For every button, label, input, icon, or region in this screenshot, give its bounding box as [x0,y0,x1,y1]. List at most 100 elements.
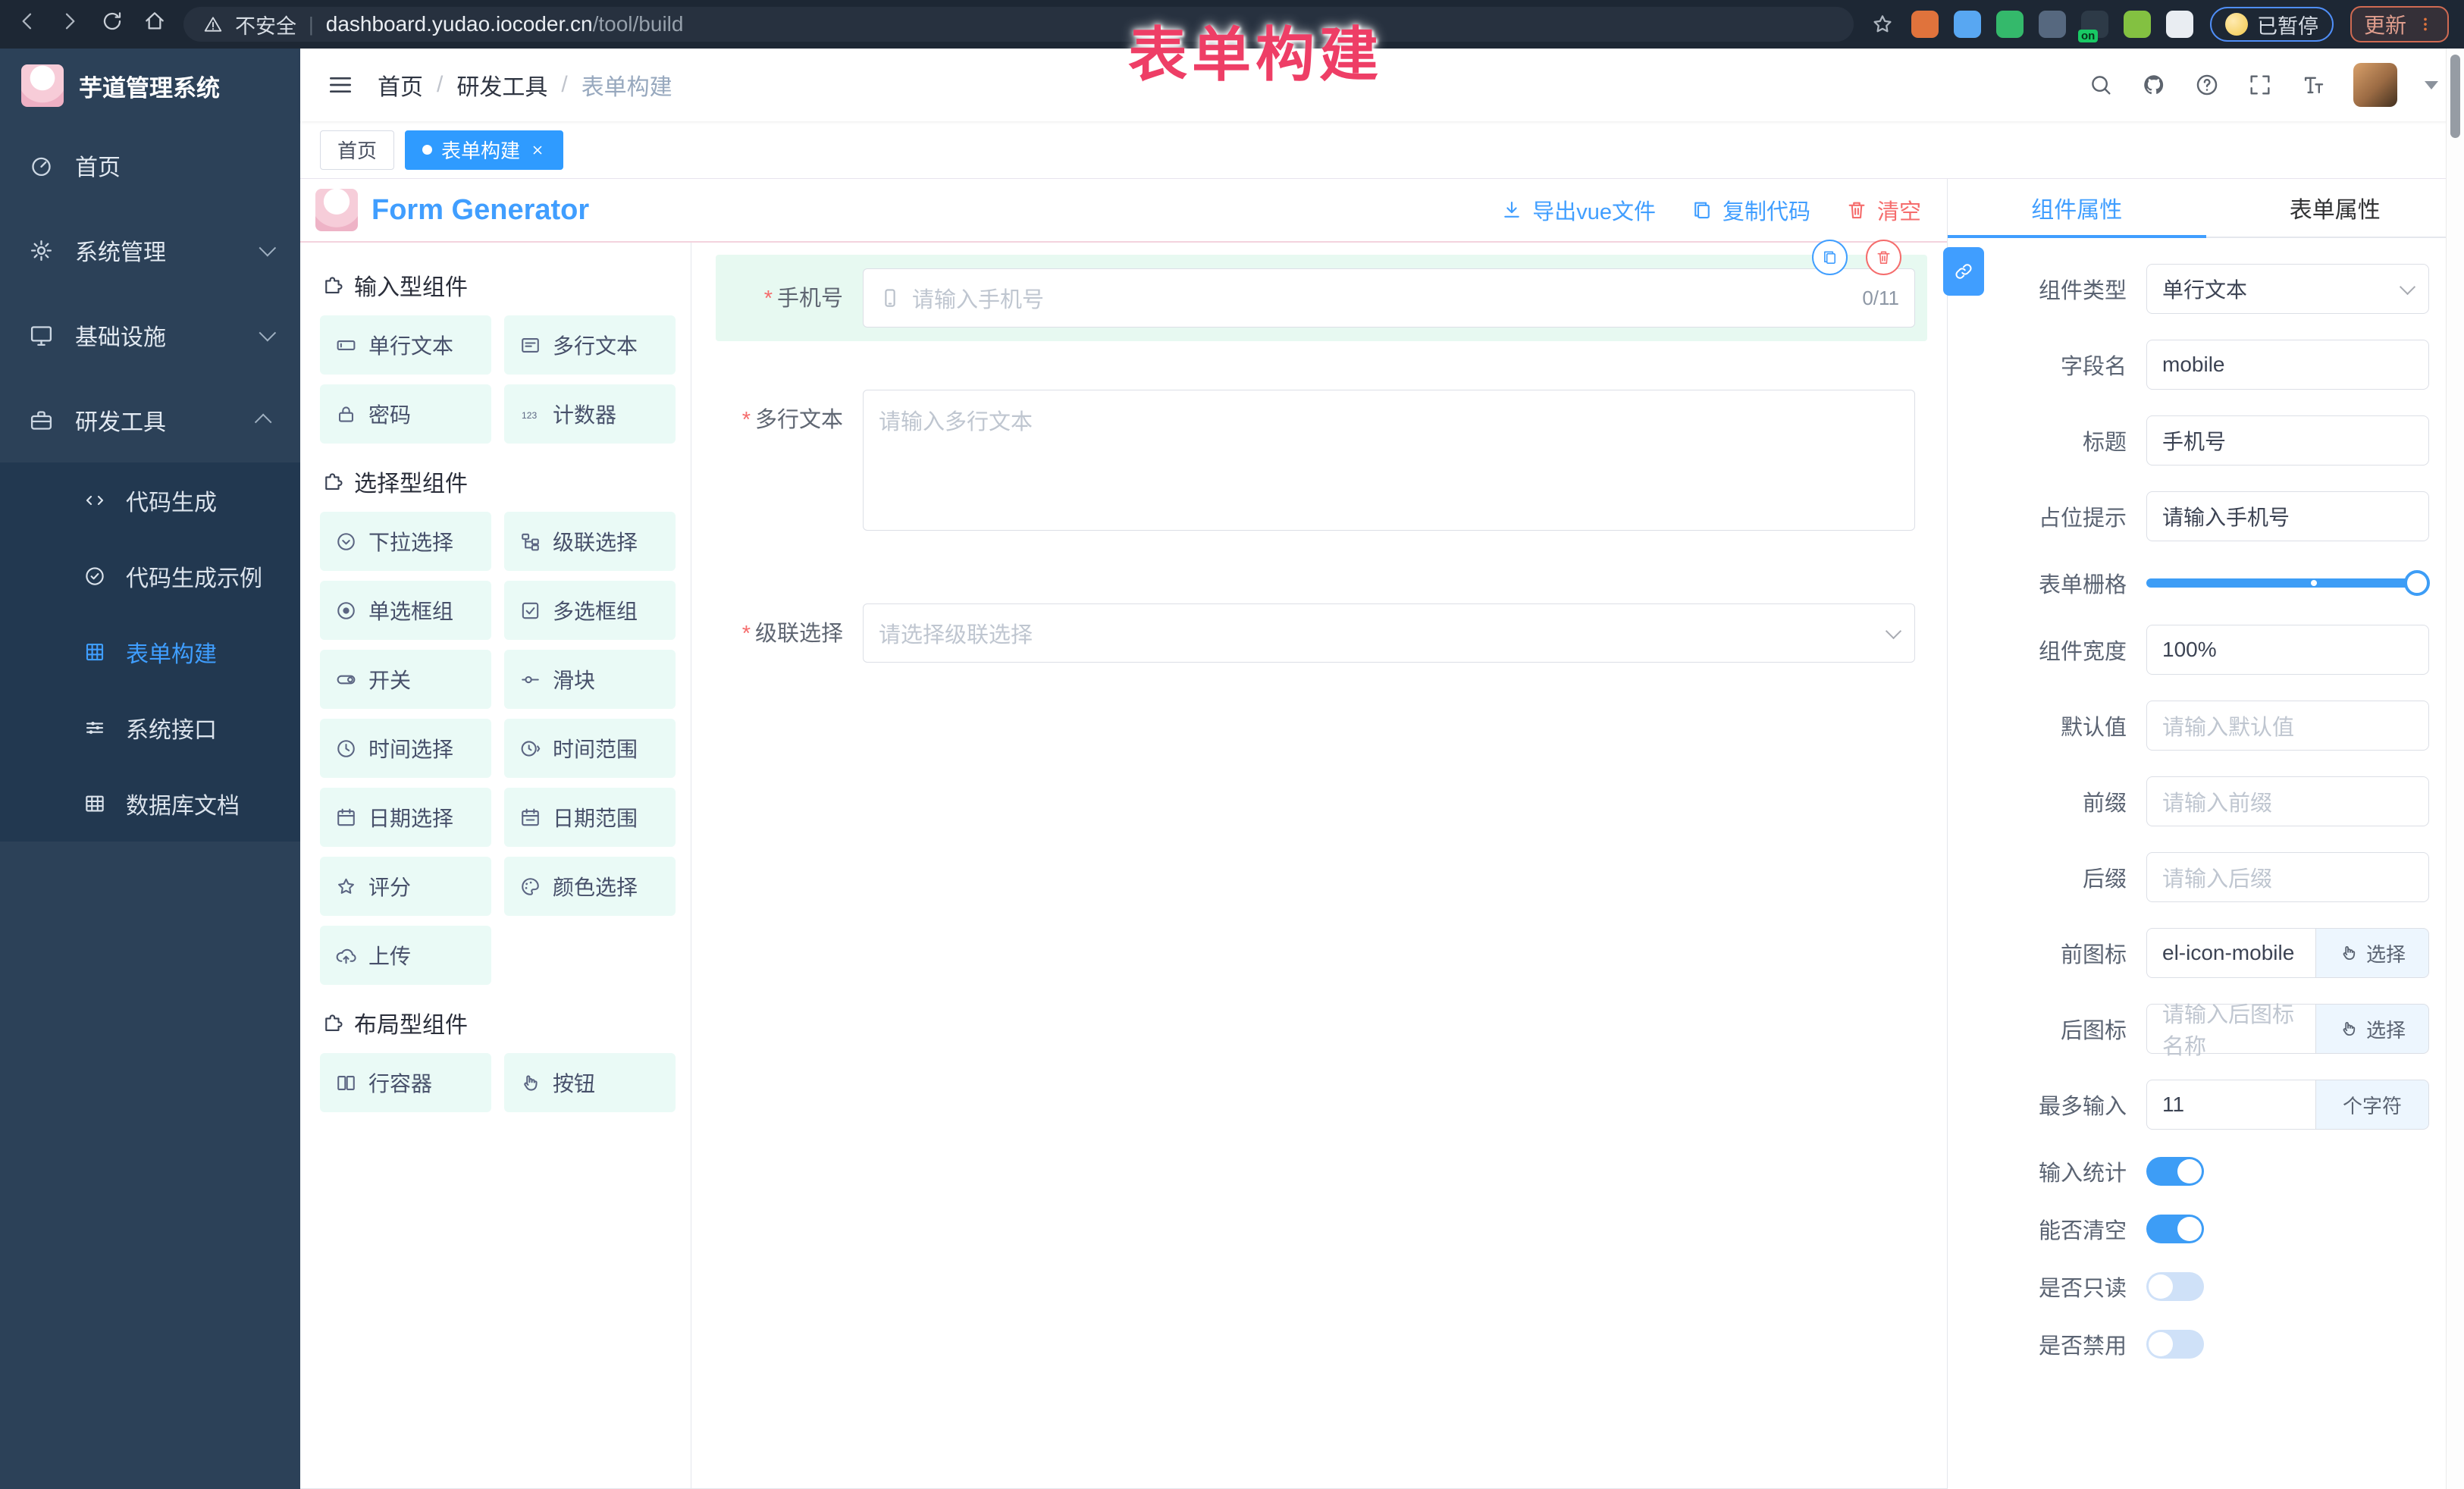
icon-select-button[interactable]: 选择 [2315,1004,2429,1054]
component-行容器[interactable]: 行容器 [320,1053,491,1112]
extension-icon[interactable]: on [2081,11,2108,38]
data-link-button[interactable] [1943,247,1984,296]
sidebar-item-infra[interactable]: 基础设施 [0,293,300,378]
component-颜色选择[interactable]: 颜色选择 [504,857,676,916]
tag-表单构建[interactable]: 表单构建 [405,130,563,170]
user-avatar[interactable] [2353,63,2397,107]
page-scrollbar[interactable] [2446,49,2464,1489]
component-日期范围[interactable]: 日期范围 [504,788,676,847]
bookmark-star-icon[interactable] [1870,12,1895,36]
form-grid-slider[interactable] [2146,578,2417,588]
sidebar-collapse-icon[interactable] [326,71,355,99]
toggle-输入统计[interactable] [2146,1157,2204,1186]
component-密码[interactable]: 密码 [320,384,491,444]
component-单行文本[interactable]: 单行文本 [320,315,491,375]
property-input[interactable]: el-icon-mobile [2146,928,2315,978]
component-按钮[interactable]: 按钮 [504,1053,676,1112]
drawing-board[interactable]: *手机号请输入手机号0/11 *多行文本请输入多行文本 *级联选择请选择级联选择 [691,243,1947,1488]
tag-首页[interactable]: 首页 [320,130,394,170]
toggle-能否清空[interactable] [2146,1215,2204,1243]
extension-icon[interactable] [2124,11,2151,38]
extension-icon[interactable] [2039,11,2066,38]
component-开关[interactable]: 开关 [320,650,491,709]
duplicate-field-button[interactable] [1812,240,1848,275]
component-时间范围[interactable]: 时间范围 [504,719,676,778]
app-logo[interactable]: 芋道管理系统 [0,49,300,123]
navbar-fontsize-button[interactable] [2300,72,2326,98]
textarea-placeholder: 请输入多行文本 [879,410,1033,434]
icon-select-button[interactable]: 选择 [2315,928,2429,978]
extension-icon[interactable] [2166,11,2193,38]
property-row-字段名: 字段名mobile [1966,340,2429,390]
date-range-icon [519,807,541,829]
property-input[interactable]: 手机号 [2146,415,2429,466]
extension-icon[interactable] [1911,11,1939,38]
sidebar-item-system[interactable]: 系统管理 [0,208,300,293]
tab-form-props[interactable]: 表单属性 [2206,179,2464,237]
browser-reload-button[interactable] [100,9,124,39]
canvas-field-多行文本[interactable]: *多行文本请输入多行文本 [716,376,1927,544]
navbar-search-button[interactable] [2088,72,2114,98]
chevron-down-icon [259,324,277,342]
toolbar-clear-button[interactable]: 清空 [1845,194,1921,226]
property-input[interactable]: 11 [2146,1080,2315,1130]
canvas-field-级联选择[interactable]: *级联选择请选择级联选择 [716,590,1927,676]
property-input[interactable]: 请输入后图标名称 [2146,1004,2315,1054]
browser-forward-button[interactable] [58,9,82,39]
tab-component-props[interactable]: 组件属性 [1948,179,2206,237]
component-多行文本[interactable]: 多行文本 [504,315,676,375]
slider-handle[interactable] [2404,570,2430,596]
component-多选框组[interactable]: 多选框组 [504,581,676,640]
chevron-down-icon[interactable] [2425,81,2438,89]
toolbar-export-vue-button[interactable]: 导出vue文件 [1500,194,1656,226]
breadcrumb-item-home[interactable]: 首页 [378,68,423,102]
property-input[interactable]: 请输入默认值 [2146,701,2429,751]
select-input[interactable]: 请选择级联选择 [863,603,1915,663]
component-计数器[interactable]: 123计数器 [504,384,676,444]
sidebar-subitem-代码生成示例[interactable]: 代码生成示例 [0,538,300,614]
delete-field-button[interactable] [1866,240,1901,275]
toggle-是否只读[interactable] [2146,1272,2204,1301]
breadcrumb-item-tools[interactable]: 研发工具 [456,68,547,102]
component-级联选择[interactable]: 级联选择 [504,512,676,571]
scrollbar-thumb[interactable] [2450,55,2460,138]
property-select[interactable]: 单行文本 [2146,264,2429,314]
browser-update-button[interactable]: 更新 [2350,6,2449,42]
toggle-是否禁用[interactable] [2146,1330,2204,1359]
extension-icon[interactable] [1954,11,1981,38]
sidebar-subitem-系统接口[interactable]: 系统接口 [0,690,300,766]
sidebar-item-home[interactable]: 首页 [0,123,300,208]
component-日期选择[interactable]: 日期选择 [320,788,491,847]
sidebar-subitem-表单构建[interactable]: 表单构建 [0,614,300,690]
address-bar[interactable]: 不安全 | dashboard.yudao.iocoder.cn/tool/bu… [183,7,1854,42]
component-单选框组[interactable]: 单选框组 [320,581,491,640]
sliders-icon [83,716,106,739]
navbar-fullscreen-button[interactable] [2247,72,2273,98]
property-input[interactable]: 100% [2146,625,2429,675]
browser-back-button[interactable] [15,9,39,39]
text-input[interactable]: 请输入手机号0/11 [863,268,1915,328]
sidebar-subitem-代码生成[interactable]: 代码生成 [0,462,300,538]
component-滑块[interactable]: 滑块 [504,650,676,709]
sidebar-item-devtools[interactable]: 研发工具 [0,378,300,462]
component-下拉选择[interactable]: 下拉选择 [320,512,491,571]
component-label: 单行文本 [368,330,453,360]
paused-extension-badge[interactable]: 已暂停 [2210,7,2334,42]
time-icon [335,738,357,760]
sidebar-subitem-数据库文档[interactable]: 数据库文档 [0,766,300,842]
component-时间选择[interactable]: 时间选择 [320,719,491,778]
toolbar-copy-code-button[interactable]: 复制代码 [1691,194,1810,226]
property-input[interactable]: 请输入前缀 [2146,776,2429,826]
component-评分[interactable]: 评分 [320,857,491,916]
property-input[interactable]: mobile [2146,340,2429,390]
browser-home-button[interactable] [143,9,167,39]
property-input[interactable]: 请输入手机号 [2146,491,2429,541]
navbar-help-button[interactable] [2194,72,2220,98]
extension-icon[interactable] [1996,11,2024,38]
component-上传[interactable]: 上传 [320,926,491,985]
canvas-field-手机号[interactable]: *手机号请输入手机号0/11 [716,255,1927,341]
textarea-input[interactable]: 请输入多行文本 [863,390,1915,531]
navbar-github-button[interactable] [2141,72,2167,98]
property-input[interactable]: 请输入后缀 [2146,852,2429,902]
close-icon[interactable] [529,142,546,158]
